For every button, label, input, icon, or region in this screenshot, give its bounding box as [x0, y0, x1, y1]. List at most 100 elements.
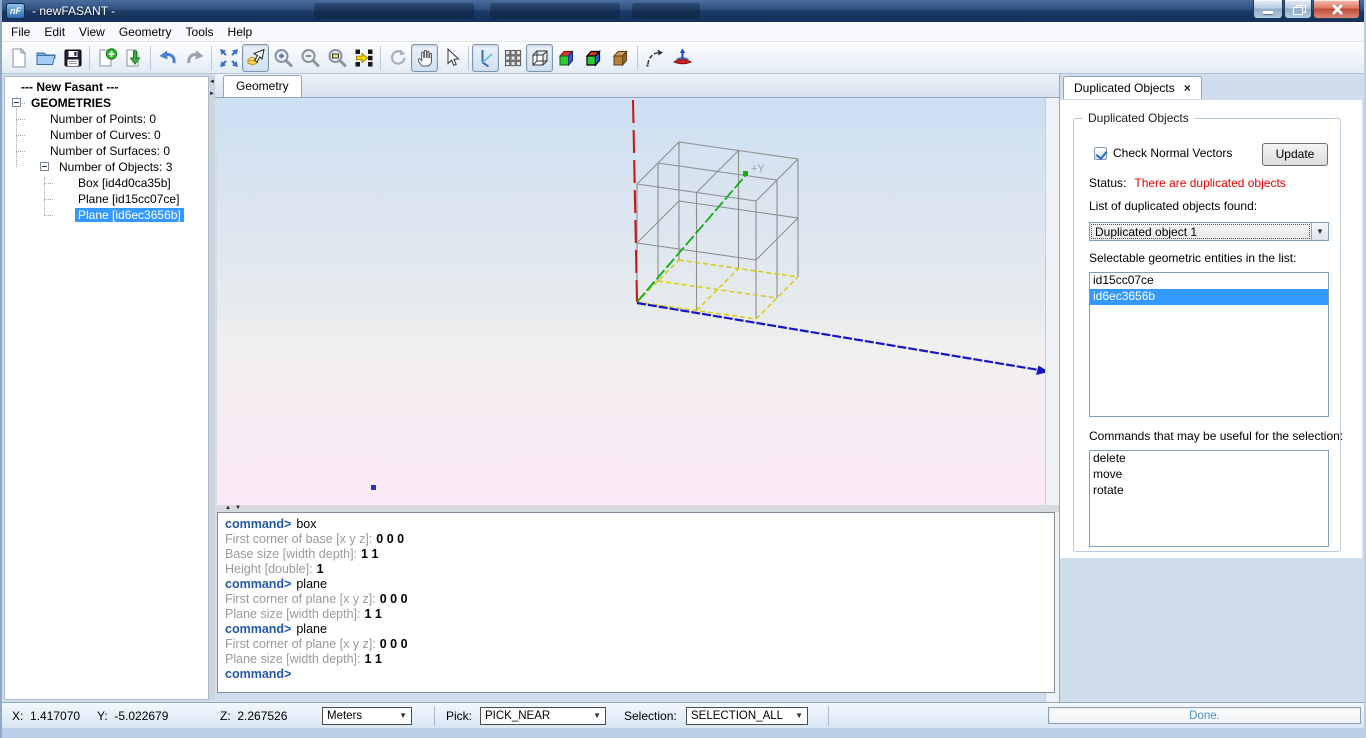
dropdown-value: Duplicated object 1	[1091, 224, 1310, 239]
background-window-ghost	[490, 3, 620, 19]
normal-vectors-button[interactable]	[668, 44, 695, 72]
zoom-out-button[interactable]	[296, 44, 323, 72]
update-button[interactable]: Update	[1262, 143, 1328, 166]
geometry-viewport[interactable]: +Y +	[217, 98, 1045, 505]
units-dropdown[interactable]: Meters▼	[322, 707, 412, 725]
rotate-view-icon	[387, 47, 409, 69]
viewport-tab-strip: Geometry	[215, 74, 1059, 98]
tree-root[interactable]: --- New Fasant ---	[18, 79, 121, 95]
console-command: plane	[296, 577, 327, 591]
duplicated-list-label: List of duplicated objects found:	[1089, 199, 1257, 213]
save-button[interactable]	[59, 44, 86, 72]
pick-label: Pick:	[446, 703, 472, 729]
console-value: 1 1	[361, 547, 378, 561]
axes-view-button[interactable]	[472, 44, 499, 72]
chevron-down-icon[interactable]: ▼	[1311, 223, 1328, 240]
list-item-entity[interactable]: id15cc07ce	[1090, 273, 1328, 289]
progress-bar: Done.	[1048, 707, 1361, 724]
menu-edit[interactable]: Edit	[37, 22, 72, 42]
save-icon	[62, 47, 84, 69]
console-prompt: command>	[225, 517, 291, 531]
tree-item-curves[interactable]: Number of Curves: 0	[47, 127, 164, 143]
x-axis-arrowhead	[1036, 366, 1045, 376]
duplicated-objects-body: Duplicated Objects Check Normal Vectors …	[1060, 100, 1362, 558]
redo-button[interactable]	[181, 44, 208, 72]
select-cursor-button[interactable]	[438, 44, 465, 72]
collapse-expander-icon[interactable]	[40, 162, 49, 171]
console-param: First corner of plane [x y z]:	[225, 592, 376, 606]
close-button[interactable]	[1313, 0, 1360, 19]
tree-item-plane-1[interactable]: Plane [id15cc07ce]	[75, 191, 182, 207]
coordinate-x-value: 1.417070	[30, 709, 80, 723]
check-normal-vectors-checkbox[interactable]	[1094, 147, 1107, 160]
coordinate-z-value: 2.267526	[237, 709, 287, 723]
menu-bar: File Edit View Geometry Tools Help	[2, 22, 1366, 42]
toolbar-separator	[637, 46, 638, 70]
toolbar-separator	[380, 46, 381, 70]
canvas-console-splitter[interactable]: ▲ ▼	[217, 505, 1059, 512]
chevron-down-icon: ▼	[795, 708, 803, 724]
add-document-button[interactable]	[93, 44, 120, 72]
tree-viewport-splitter[interactable]: ◄ ►	[209, 76, 215, 700]
rotate-arc-icon	[644, 47, 666, 69]
new-file-button[interactable]	[5, 44, 32, 72]
menu-tools[interactable]: Tools	[179, 22, 221, 42]
cursor-icon	[441, 47, 463, 69]
grid-view-button[interactable]	[499, 44, 526, 72]
list-item-command[interactable]: delete	[1090, 451, 1328, 467]
tree-item-box[interactable]: Box [id4d0ca35b]	[75, 175, 174, 191]
y-axis-endpoint	[743, 171, 748, 176]
tab-close-icon[interactable]: ×	[1184, 82, 1191, 94]
chevron-down-icon: ▼	[593, 708, 601, 724]
textured-mode-button[interactable]	[607, 44, 634, 72]
wireframe-mode-button[interactable]	[526, 44, 553, 72]
tree-item-plane-2-selected[interactable]: Plane [id6ec3656b]	[75, 207, 184, 223]
fit-view-button[interactable]	[215, 44, 242, 72]
rotate-command-button[interactable]	[641, 44, 668, 72]
menu-geometry[interactable]: Geometry	[112, 22, 179, 42]
entities-listbox[interactable]: id15cc07ce id6ec3656b	[1089, 272, 1329, 417]
minimize-button[interactable]	[1253, 0, 1283, 19]
menu-view[interactable]: View	[72, 22, 112, 42]
duplicated-objects-group: Duplicated Objects Check Normal Vectors …	[1073, 118, 1341, 552]
visibility-swap-button[interactable]	[350, 44, 377, 72]
solid-edges-mode-button[interactable]	[580, 44, 607, 72]
open-button[interactable]	[32, 44, 59, 72]
tree-guide-line	[16, 97, 17, 167]
toolbar-separator	[150, 46, 151, 70]
restore-button[interactable]	[1284, 0, 1312, 19]
tree-root-label: --- New Fasant ---	[18, 80, 121, 94]
tree-item-surfaces[interactable]: Number of Surfaces: 0	[47, 143, 173, 159]
pan-button[interactable]	[411, 44, 438, 72]
zoom-window-icon	[326, 47, 348, 69]
tree-item-geometries[interactable]: GEOMETRIES	[28, 95, 114, 111]
duplicated-object-dropdown[interactable]: Duplicated object 1 ▼	[1089, 222, 1329, 241]
import-document-button[interactable]	[120, 44, 147, 72]
menu-file[interactable]: File	[4, 22, 37, 42]
list-item-command[interactable]: move	[1090, 467, 1328, 483]
entities-label: Selectable geometric entities in the lis…	[1089, 251, 1296, 265]
zoom-window-button[interactable]	[323, 44, 350, 72]
solid-mode-button[interactable]	[553, 44, 580, 72]
tab-duplicated-objects[interactable]: Duplicated Objects ×	[1063, 76, 1202, 99]
pick-mode-dropdown[interactable]: PICK_NEAR▼	[480, 707, 606, 725]
menu-help[interactable]: Help	[221, 22, 260, 42]
console-param: Base size [width depth]:	[225, 547, 357, 561]
splitter-up-icon[interactable]: ▲	[225, 505, 231, 512]
tab-geometry[interactable]: Geometry	[223, 75, 302, 97]
undo-button[interactable]	[154, 44, 181, 72]
selection-mode-dropdown[interactable]: SELECTION_ALL▼	[686, 707, 808, 725]
pick-extend-button[interactable]	[242, 44, 269, 72]
list-item-entity-selected[interactable]: id6ec3656b	[1090, 289, 1328, 305]
tree-item-points[interactable]: Number of Points: 0	[47, 111, 159, 127]
console-param: Plane size [width depth]:	[225, 607, 361, 621]
console-prompt: command>	[225, 622, 291, 636]
collapse-expander-icon[interactable]	[12, 98, 21, 107]
zoom-in-button[interactable]	[269, 44, 296, 72]
tree-item-objects[interactable]: Number of Objects: 3	[56, 159, 175, 175]
rotate-view-button[interactable]	[384, 44, 411, 72]
list-item-command[interactable]: rotate	[1090, 483, 1328, 499]
command-console[interactable]: command>box First corner of base [x y z]…	[217, 512, 1055, 693]
commands-listbox[interactable]: delete move rotate	[1089, 450, 1329, 547]
splitter-down-icon[interactable]: ▼	[235, 505, 241, 512]
